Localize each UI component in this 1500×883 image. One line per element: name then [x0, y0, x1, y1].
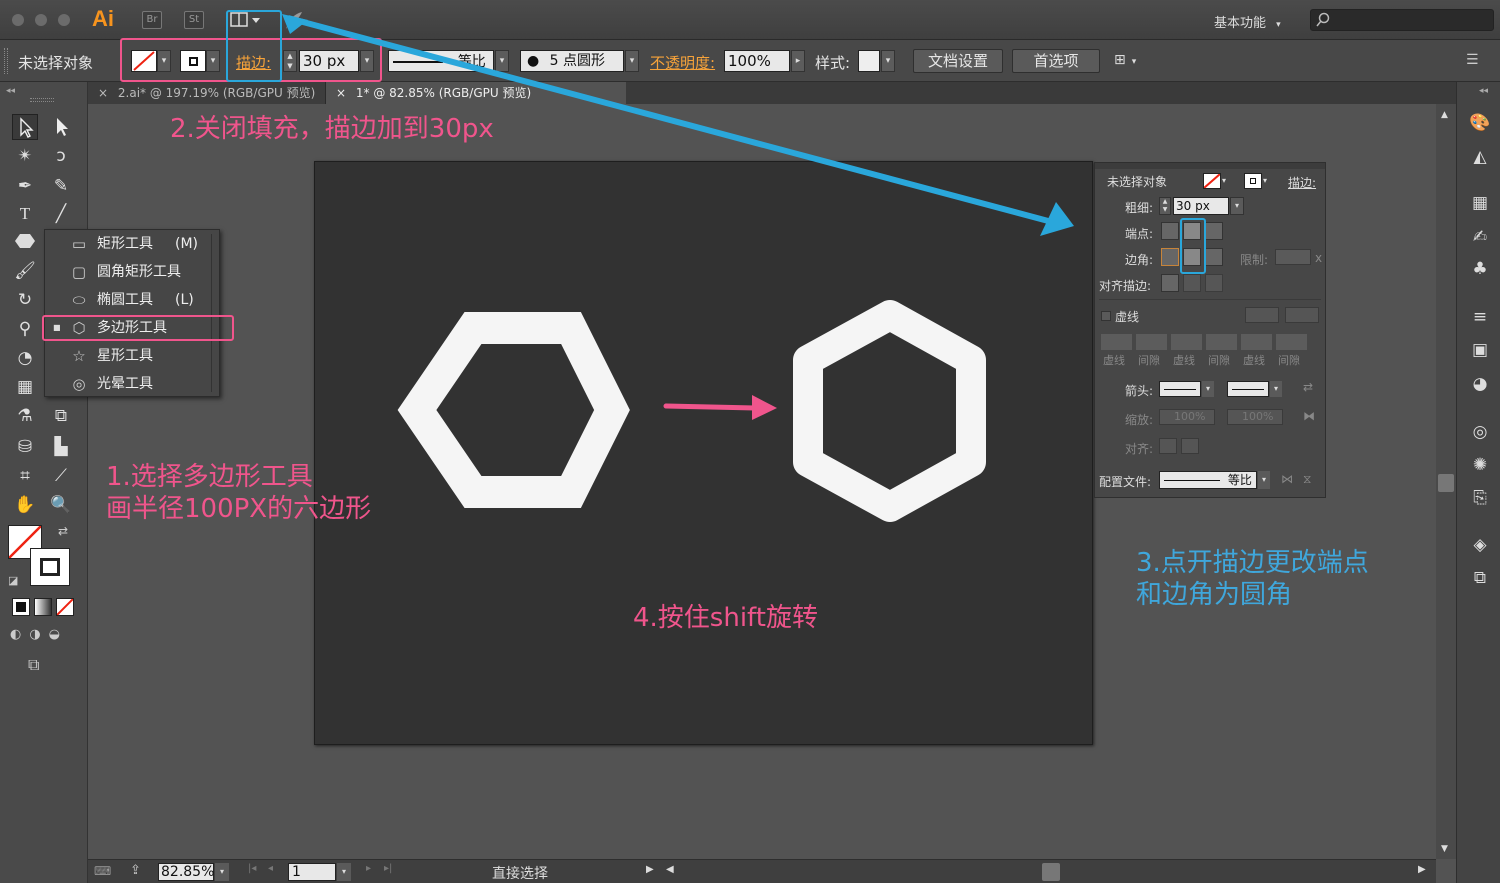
- annotation-step3: 3.点开描边更改端点 和边角为圆角: [1136, 548, 1369, 610]
- annotation-step4: 4.按住shift旋转: [633, 603, 818, 633]
- annotation-step1: 1.选择多边形工具 画半径100PX的六边形: [106, 462, 372, 524]
- annotation-step2: 2.关闭填充，描边加到30px: [170, 114, 494, 144]
